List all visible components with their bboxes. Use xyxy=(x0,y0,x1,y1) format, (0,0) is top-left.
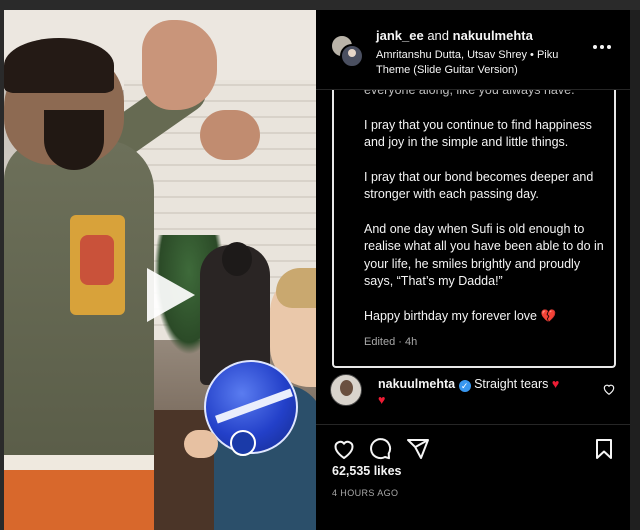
edited-label: Edited · 4h xyxy=(364,336,418,348)
audio-line: Amritanshu Dutta, Utsav Shrey • Piku xyxy=(376,49,559,61)
caption-paragraph: Happy birthday my forever love 💔 xyxy=(364,308,557,323)
action-bar xyxy=(316,424,630,460)
heart-icon[interactable] xyxy=(332,437,356,461)
caption-paragraph: I pray that our bond becomes deeper and … xyxy=(364,169,594,202)
bookmark-icon[interactable] xyxy=(592,437,616,461)
avatar[interactable] xyxy=(330,374,362,406)
play-icon[interactable] xyxy=(137,264,199,326)
post-header: jank_ee and nakuulmehta Amritanshu Dutta… xyxy=(316,10,630,90)
share-icon[interactable] xyxy=(406,437,430,461)
heart-emoji: ♥ xyxy=(378,393,386,407)
caption-box: everyone along, like you always have. I … xyxy=(332,90,616,368)
comment-username[interactable]: nakuulmehta xyxy=(378,377,455,391)
comment-body: Straight tears xyxy=(474,377,549,391)
collab-avatars[interactable] xyxy=(330,34,364,68)
author-link[interactable]: nakuulmehta xyxy=(453,28,533,43)
caption-text: everyone along, like you always have. I … xyxy=(364,90,609,342)
avatar xyxy=(340,44,364,68)
audio-link[interactable]: Amritanshu Dutta, Utsav Shrey • Piku The… xyxy=(376,48,576,78)
more-horizontal-icon[interactable] xyxy=(590,38,614,56)
post-timestamp[interactable]: 4 HOURS AGO xyxy=(332,488,398,498)
heart-emoji: ♥ xyxy=(551,377,560,391)
audio-line: Theme (Slide Guitar Version) xyxy=(376,64,518,76)
author-joiner: and xyxy=(427,28,450,43)
likes-count[interactable]: 62,535 likes xyxy=(332,464,402,478)
comment-row: nakuulmehta ✓ Straight tears ♥ ♥ xyxy=(330,374,620,414)
post-dialog: jank_ee and nakuulmehta Amritanshu Dutta… xyxy=(0,0,640,530)
post-panel: jank_ee and nakuulmehta Amritanshu Dutta… xyxy=(316,10,630,530)
caption-paragraph: And one day when Sufi is old enough to r… xyxy=(364,221,604,289)
caption-cut-line: everyone along, like you always have. xyxy=(364,90,575,97)
dialog-edge xyxy=(630,10,640,530)
caption-paragraph: I pray that you continue to find happine… xyxy=(364,117,592,150)
post-authors: jank_ee and nakuulmehta xyxy=(376,28,533,43)
video-media[interactable] xyxy=(4,10,316,530)
author-link[interactable]: jank_ee xyxy=(376,28,424,43)
verified-badge-icon: ✓ xyxy=(458,380,471,392)
comment-text: nakuulmehta ✓ Straight tears ♥ ♥ xyxy=(378,376,588,408)
comment-heart-icon[interactable] xyxy=(602,382,616,396)
comment-icon[interactable] xyxy=(368,437,392,461)
